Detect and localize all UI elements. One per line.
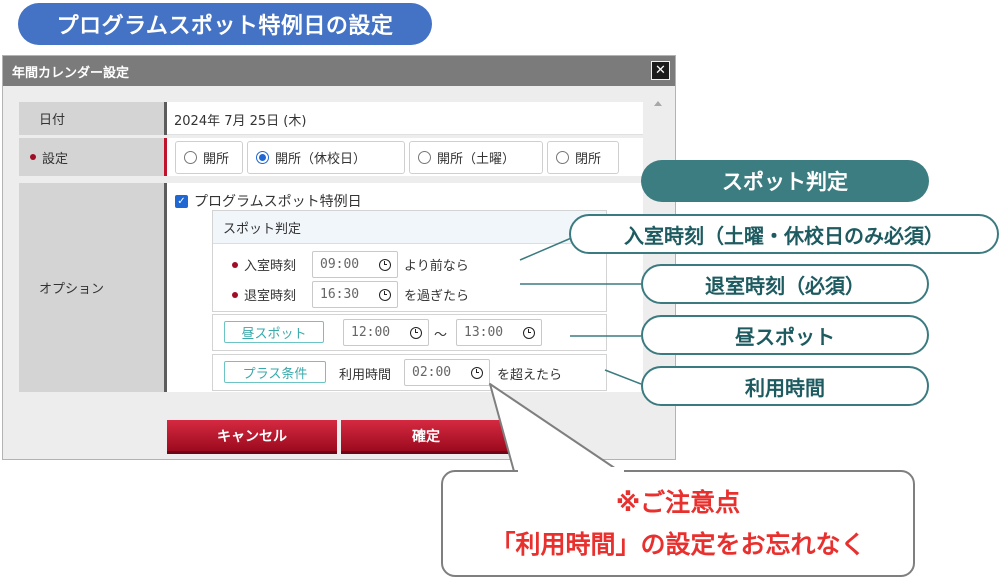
note-title: ※ご注意点	[615, 488, 741, 517]
callout-lunch-spot: 昼スポット	[641, 315, 929, 355]
callout-exit-time: 退室時刻（必須）	[641, 264, 929, 304]
note-pointer-mask	[518, 467, 624, 473]
note-message: 「利用時間」の設定をお忘れなく	[490, 530, 866, 559]
callout-spot-judgement: スポット判定	[641, 160, 929, 202]
callout-entry-time: 入室時刻（土曜・休校日のみ必須）	[569, 214, 999, 254]
callout-usage-time: 利用時間	[641, 366, 929, 406]
note-pointer	[489, 383, 626, 476]
entry-connector	[519, 235, 577, 261]
usage-connector	[604, 369, 642, 385]
note-bubble: ※ご注意点 「利用時間」の設定をお忘れなく	[441, 470, 915, 577]
